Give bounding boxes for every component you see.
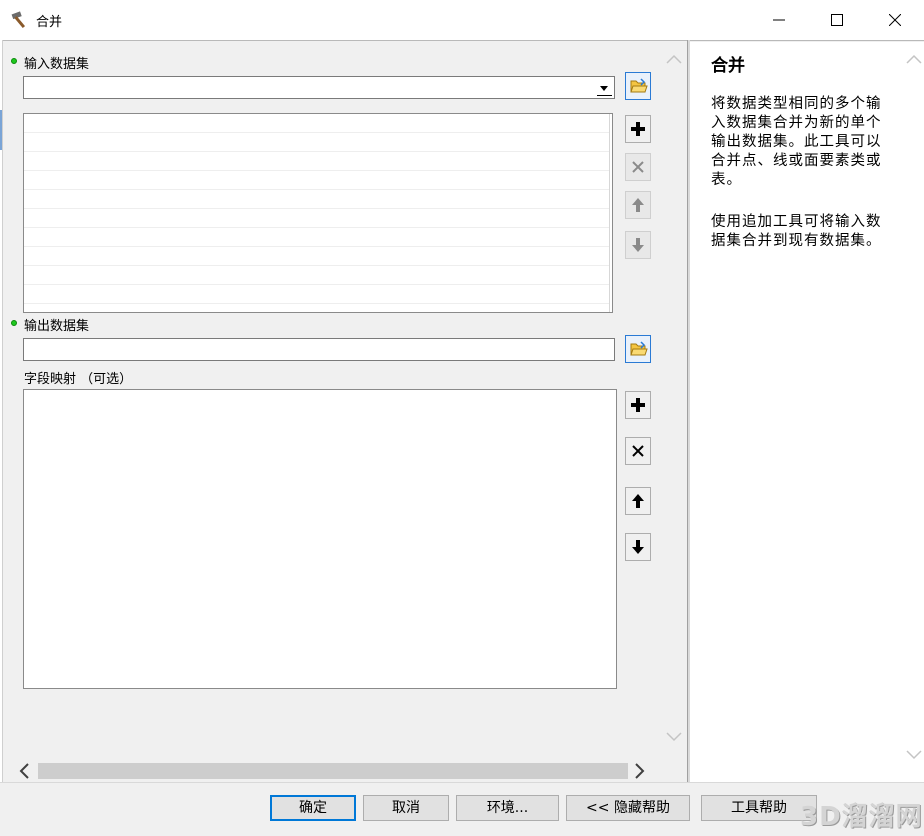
chevron-up-icon[interactable] <box>906 54 922 64</box>
help-panel: 合并 将数据类型相同的多个输入数据集合并为新的单个输出数据集。此工具可以合并点、… <box>690 42 902 782</box>
remove-icon <box>632 445 644 457</box>
maximize-button[interactable] <box>808 0 866 40</box>
watermark-logo: 3D溜溜网 <box>800 802 923 832</box>
required-indicator-icon <box>11 320 17 326</box>
list-item[interactable] <box>24 114 612 133</box>
list-item[interactable] <box>24 209 612 228</box>
title-bar: 合并 <box>0 0 924 40</box>
params-vertical-scrollbar[interactable] <box>661 42 687 760</box>
chevron-down-icon[interactable] <box>666 732 682 742</box>
list-item[interactable] <box>24 152 612 171</box>
close-icon <box>889 14 901 26</box>
hammer-icon <box>10 10 32 30</box>
required-indicator-icon <box>11 58 17 64</box>
move-up-field-button[interactable] <box>625 487 651 515</box>
scroll-thumb[interactable] <box>38 763 628 779</box>
output-dataset-field[interactable] <box>23 338 615 361</box>
list-item[interactable] <box>24 285 612 304</box>
move-down-field-button[interactable] <box>625 533 651 561</box>
minimize-icon <box>773 19 785 21</box>
list-item[interactable] <box>24 247 612 266</box>
remove-field-button[interactable] <box>625 437 651 465</box>
left-edge <box>0 40 3 782</box>
list-item[interactable] <box>24 190 612 209</box>
browse-output-button[interactable] <box>625 335 651 363</box>
input-datasets-list[interactable] <box>23 113 613 313</box>
ok-button[interactable]: 确定 <box>270 795 356 821</box>
close-button[interactable] <box>866 0 924 40</box>
list-item[interactable] <box>24 228 612 247</box>
chevron-down-icon[interactable] <box>906 750 922 760</box>
add-input-button[interactable] <box>625 115 651 143</box>
field-mapping-label: 字段映射 （可选） <box>24 372 133 387</box>
remove-icon <box>632 161 644 173</box>
move-down-input-button[interactable] <box>625 231 651 259</box>
maximize-icon <box>831 14 843 26</box>
help-scrollbar[interactable] <box>902 42 924 782</box>
environments-button[interactable]: 环境... <box>456 795 559 821</box>
input-datasets-combo[interactable] <box>23 76 615 99</box>
help-paragraph: 使用追加工具可将输入数据集合并到现有数据集。 <box>711 214 882 249</box>
list-scrollbar[interactable] <box>609 114 612 312</box>
move-up-input-button[interactable] <box>625 191 651 219</box>
folder-open-icon <box>630 341 648 356</box>
cancel-button[interactable]: 取消 <box>363 795 449 821</box>
browse-input-button[interactable] <box>625 72 651 100</box>
chevron-left-icon[interactable] <box>18 763 30 779</box>
list-item[interactable] <box>24 266 612 285</box>
arrow-up-icon <box>632 198 644 212</box>
folder-open-icon <box>630 78 648 93</box>
left-accent <box>0 110 2 150</box>
window-title: 合并 <box>36 15 63 30</box>
help-title: 合并 <box>711 56 745 76</box>
list-item[interactable] <box>24 133 612 152</box>
chevron-up-icon[interactable] <box>666 54 682 64</box>
remove-input-button[interactable] <box>625 153 651 181</box>
minimize-button[interactable] <box>750 0 808 40</box>
chevron-right-icon[interactable] <box>634 763 646 779</box>
chevron-down-icon[interactable] <box>597 80 612 95</box>
plus-icon <box>631 398 645 412</box>
list-item[interactable] <box>24 171 612 190</box>
plus-icon <box>631 122 645 136</box>
input-datasets-label: 输入数据集 <box>24 57 90 72</box>
field-mapping-list[interactable] <box>23 389 617 689</box>
help-paragraph: 将数据类型相同的多个输入数据集合并为新的单个输出数据集。此工具可以合并点、线或面… <box>711 96 882 188</box>
arrow-up-icon <box>632 494 644 508</box>
hide-help-button[interactable]: << 隐藏帮助 <box>566 795 690 821</box>
arrow-down-icon <box>632 238 644 252</box>
output-dataset-label: 输出数据集 <box>24 319 90 334</box>
params-horizontal-scrollbar[interactable] <box>12 760 656 782</box>
add-field-button[interactable] <box>625 391 651 419</box>
arrow-down-icon <box>632 540 644 554</box>
